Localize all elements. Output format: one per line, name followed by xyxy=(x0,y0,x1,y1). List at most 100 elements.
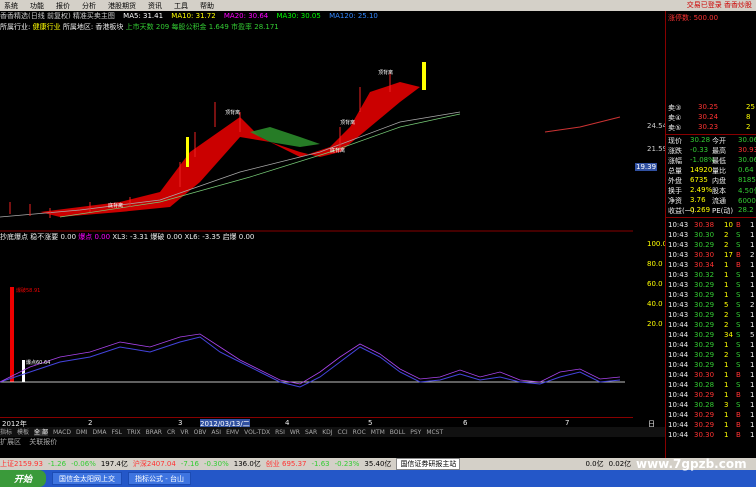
stat-label-2: 今开 xyxy=(712,137,726,145)
menu-help[interactable]: 帮助 xyxy=(200,1,214,11)
tick-side: S xyxy=(736,361,741,369)
stat-value: -0.33 xyxy=(690,146,709,154)
tick-count: 1 xyxy=(750,291,755,299)
tab-rsi[interactable]: RSI xyxy=(275,429,285,436)
tick-count: 1 xyxy=(750,241,755,249)
sz-volume: 136.0亿 xyxy=(233,460,261,468)
stat-value-2: 6000万 xyxy=(738,197,756,205)
tick-price: 30.29 xyxy=(694,361,715,369)
cy-index: 创业 695.37 xyxy=(265,460,307,468)
tick-price: 30.29 xyxy=(694,241,715,249)
tab-asi[interactable]: ASI xyxy=(211,429,221,436)
taskbar-item-formula[interactable]: 指标公式 - 台山 xyxy=(128,472,191,485)
flow-1: 0.0亿 xyxy=(585,460,604,468)
tab-psy[interactable]: PSY xyxy=(410,429,421,436)
tab-template[interactable]: 模板 xyxy=(17,429,29,436)
menu-analysis[interactable]: 分析 xyxy=(82,1,96,11)
tab-trix[interactable]: TRIX xyxy=(127,429,141,436)
sz-pct: -0.30% xyxy=(203,460,229,468)
tab-dma[interactable]: DMA xyxy=(93,429,107,436)
tab-obv[interactable]: OBV xyxy=(194,429,207,436)
stat-label: 总量 xyxy=(668,167,682,175)
tick-side: S xyxy=(736,351,741,359)
menu-hk-futures[interactable]: 港股期货 xyxy=(108,1,136,11)
stock-profile-bar: 所属行业: 健康行业 所属地区: 香港板块 上市天数 209 每股公积金 1.6… xyxy=(0,22,633,32)
tab-mtm[interactable]: MTM xyxy=(371,429,385,436)
tick-row: 10:43 30.30 2 S 1 xyxy=(666,231,756,240)
tab-wr[interactable]: WR xyxy=(290,429,300,436)
indicator-chart[interactable]: 爆破58.91 爆点60.64 xyxy=(0,242,633,417)
tab-fsl[interactable]: FSL xyxy=(111,429,122,436)
tick-time: 10:43 xyxy=(668,241,689,249)
tick-count: 1 xyxy=(750,361,755,369)
menu-quote[interactable]: 报价 xyxy=(56,1,70,11)
tick-side: S xyxy=(736,301,741,309)
tick-volume: 1 xyxy=(724,411,729,419)
tick-volume: 5 xyxy=(724,301,729,309)
tick-time: 10:44 xyxy=(668,371,689,379)
stat-label-2: 量比 xyxy=(712,167,726,175)
stat-value: 2.49% xyxy=(690,186,713,194)
tick-row: 10:44 30.30 1 B 1 xyxy=(666,371,756,380)
tick-time: 10:43 xyxy=(668,231,689,239)
tick-side: B xyxy=(736,411,741,419)
taskbar-item-trading[interactable]: 国信金太阳网上交 xyxy=(52,472,122,485)
tick-time: 10:44 xyxy=(668,431,689,439)
stat-value: 0.269 xyxy=(690,206,711,214)
svg-text:顶背离: 顶背离 xyxy=(340,119,355,126)
tab-cci[interactable]: CCI xyxy=(338,429,348,436)
cy-change: -1.63 xyxy=(311,460,330,468)
menu-system[interactable]: 系统 xyxy=(4,1,18,11)
tick-row: 10:44 30.29 1 B 1 xyxy=(666,421,756,430)
date-m7: 7 xyxy=(565,419,570,427)
tick-time: 10:44 xyxy=(668,361,689,369)
candlestick-chart[interactable]: 顶背离顶背离顶背离 底背离底背离 xyxy=(0,32,633,232)
tab-vol[interactable]: VOL-TDX xyxy=(244,429,270,436)
tick-time: 10:44 xyxy=(668,411,689,419)
tab-dmi[interactable]: DMI xyxy=(76,429,88,436)
tick-side: B xyxy=(736,251,741,259)
tick-count: 1 xyxy=(750,271,755,279)
tab-boll[interactable]: BOLL xyxy=(390,429,405,436)
tick-row: 10:43 30.30 17 B 2 xyxy=(666,251,756,260)
news-ticker[interactable]: 国信证券研报主站 xyxy=(396,458,461,470)
tab-vr[interactable]: VR xyxy=(180,429,188,436)
tick-time: 10:44 xyxy=(668,331,689,339)
tick-row: 10:43 30.29 2 S 1 xyxy=(666,241,756,250)
tab-mcst[interactable]: MCST xyxy=(426,429,443,436)
tick-time: 10:43 xyxy=(668,281,689,289)
price-axis: 24.54 21.59 19.39 xyxy=(633,32,667,232)
tick-price: 30.28 xyxy=(694,401,715,409)
tab-kdj[interactable]: KDJ xyxy=(322,429,332,436)
indicator-l1: 稳不涨要 0.00 xyxy=(30,233,77,241)
menu-tools[interactable]: 工具 xyxy=(174,1,188,11)
start-button[interactable]: 开始 xyxy=(0,470,46,487)
tab-extension[interactable]: 扩展区 xyxy=(0,438,21,446)
ask-volume: 2 xyxy=(746,123,751,131)
tag-point-text: 爆点60.64 xyxy=(26,359,50,366)
indicator-tabs: 指标 模板全 部 MACD DMI DMA FSL TRIX BRAR CR VR OBV ASI EM… xyxy=(0,427,665,437)
tick-side: S xyxy=(736,281,741,289)
tab-all[interactable]: 全 部 xyxy=(34,429,48,436)
menu-function[interactable]: 功能 xyxy=(30,1,44,11)
tab-sar[interactable]: SAR xyxy=(305,429,317,436)
tab-indicator[interactable]: 指标 xyxy=(0,429,12,436)
tag-blast-text: 爆破58.91 xyxy=(16,287,40,294)
stat-row: 收益(一) 0.269 PE(动) 28.2 xyxy=(666,206,756,215)
tick-count: 1 xyxy=(750,261,755,269)
tick-side: B xyxy=(736,421,741,429)
sh-pct: -0.06% xyxy=(71,460,96,468)
tab-emv[interactable]: EMV xyxy=(226,429,239,436)
tick-time: 10:43 xyxy=(668,311,689,319)
tab-cr[interactable]: CR xyxy=(167,429,175,436)
tab-brar[interactable]: BRAR xyxy=(146,429,162,436)
menu-news[interactable]: 资讯 xyxy=(148,1,162,11)
tab-macd[interactable]: MACD xyxy=(53,429,71,436)
tick-side: B xyxy=(736,431,741,439)
tab-related-quote[interactable]: 关联报价 xyxy=(29,438,57,446)
tab-roc[interactable]: ROC xyxy=(353,429,366,436)
ma-info-bar: 香香精选(日线 前复权) 精准买卖主图 MA5: 31.41 MA10: 31.… xyxy=(0,11,633,22)
stat-value-2: 30.93 xyxy=(738,146,756,154)
tick-price: 30.32 xyxy=(694,271,715,279)
tick-row: 10:43 30.32 1 S 1 xyxy=(666,271,756,280)
